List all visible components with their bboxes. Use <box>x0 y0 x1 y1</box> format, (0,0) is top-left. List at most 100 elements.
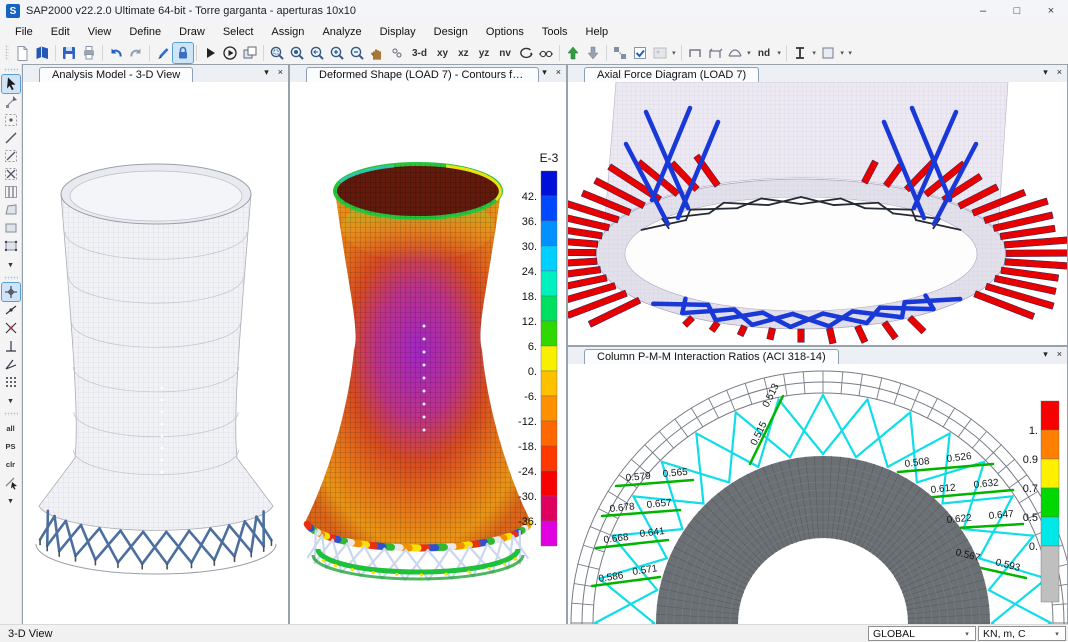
axial-tab-close[interactable]: × <box>1057 67 1062 78</box>
open-model-icon[interactable] <box>32 43 52 63</box>
nd-dropdown[interactable]: ▾ <box>775 49 783 57</box>
run-analysis-icon[interactable] <box>200 43 220 63</box>
snap-midpoints-tool[interactable] <box>2 301 20 319</box>
menu-display[interactable]: Display <box>371 24 425 40</box>
shrink-objects-icon[interactable] <box>610 43 630 63</box>
view-nv-button[interactable]: nv <box>494 44 516 62</box>
nd-button[interactable]: nd <box>753 44 775 62</box>
lock-model-icon[interactable] <box>173 43 193 63</box>
undo-icon[interactable] <box>106 43 126 63</box>
analysis-tab-dropdown[interactable]: ▾ <box>264 67 269 78</box>
view-xy-button[interactable]: xy <box>432 44 453 62</box>
pmm-view-canvas[interactable]: 0.515 0.513 0.579 0.565 0.678 0.657 0.66… <box>568 364 1067 624</box>
section-designer-dropdown[interactable]: ▾ <box>810 49 818 57</box>
draw-secondary-beams-tool[interactable] <box>2 183 20 201</box>
display-options-icon[interactable] <box>650 43 670 63</box>
show-selection-only-icon[interactable] <box>630 43 650 63</box>
menu-design[interactable]: Design <box>425 24 477 40</box>
print-icon[interactable] <box>79 43 99 63</box>
pmm-tab-dropdown[interactable]: ▾ <box>1043 349 1048 360</box>
perspective-toggle-icon[interactable] <box>536 43 556 63</box>
snap-more-dropdown[interactable]: ▾ <box>2 391 20 409</box>
menu-edit[interactable]: Edit <box>42 24 79 40</box>
menu-options[interactable]: Options <box>477 24 533 40</box>
named-views-icon[interactable] <box>387 43 407 63</box>
analysis-tab[interactable]: Analysis Model - 3-D View <box>39 67 193 82</box>
snap-perpendicular-tool[interactable] <box>2 337 20 355</box>
zoom-in-icon[interactable] <box>327 43 347 63</box>
menu-assign[interactable]: Assign <box>262 24 313 40</box>
snap-joints-tool[interactable] <box>2 283 20 301</box>
frame-section-icon[interactable] <box>685 43 705 63</box>
axial-tab-dropdown[interactable]: ▾ <box>1043 67 1048 78</box>
pan-icon[interactable] <box>367 43 387 63</box>
show-tables-icon[interactable] <box>240 43 260 63</box>
snap-grid-tool[interactable] <box>2 373 20 391</box>
deformed-tab-dropdown[interactable]: ▾ <box>542 67 547 78</box>
redo-icon[interactable] <box>126 43 146 63</box>
section-designer-icon[interactable] <box>790 43 810 63</box>
run-all-icon[interactable] <box>220 43 240 63</box>
draw-rect-area-tool[interactable] <box>2 219 20 237</box>
draw-braces-tool[interactable] <box>2 165 20 183</box>
frame-hinge-icon[interactable] <box>705 43 725 63</box>
pmm-tab[interactable]: Column P-M-M Interaction Ratios (ACI 318… <box>584 349 839 364</box>
move-down-in-list-icon[interactable] <box>583 43 603 63</box>
view-3d-button[interactable]: 3-d <box>407 44 432 62</box>
rotate-view-icon[interactable] <box>516 43 536 63</box>
axial-view-canvas[interactable] <box>568 82 1067 345</box>
zoom-out-icon[interactable] <box>347 43 367 63</box>
draw-joint-tool[interactable] <box>2 111 20 129</box>
menu-define[interactable]: Define <box>120 24 170 40</box>
pmm-ratio-label: 0.515 <box>749 420 770 448</box>
move-up-in-list-icon[interactable] <box>563 43 583 63</box>
menu-select[interactable]: Select <box>214 24 263 40</box>
draw-pencil-icon[interactable] <box>153 43 173 63</box>
save-icon[interactable] <box>59 43 79 63</box>
draw-quick-frame-tool[interactable] <box>2 147 20 165</box>
select-all-button[interactable]: all <box>2 419 20 437</box>
menu-analyze[interactable]: Analyze <box>313 24 370 40</box>
units-dropdown[interactable]: KN, m, C▾ <box>978 626 1066 641</box>
maximize-button[interactable]: □ <box>1000 0 1034 22</box>
analysis-view-canvas[interactable] <box>23 82 288 624</box>
display-options-dropdown[interactable]: ▾ <box>670 49 678 57</box>
snap-lines-tool[interactable] <box>2 355 20 373</box>
menu-tools[interactable]: Tools <box>533 24 577 40</box>
close-button[interactable]: × <box>1034 0 1068 22</box>
rubber-band-zoom-icon[interactable] <box>267 43 287 63</box>
minimize-button[interactable]: – <box>966 0 1000 22</box>
snap-intersections-tool[interactable] <box>2 319 20 337</box>
bridge-wizard-dropdown[interactable]: ▾ <box>745 49 753 57</box>
clear-selection-button[interactable]: clr <box>2 455 20 473</box>
menu-help[interactable]: Help <box>577 24 618 40</box>
previous-zoom-icon[interactable] <box>307 43 327 63</box>
pointer-tool[interactable] <box>2 75 20 93</box>
area-section-dropdown[interactable]: ▾ <box>838 49 846 57</box>
deformed-tab-close[interactable]: × <box>556 67 561 78</box>
analysis-tab-close[interactable]: × <box>278 67 283 78</box>
new-model-icon[interactable] <box>12 43 32 63</box>
menu-view[interactable]: View <box>79 24 121 40</box>
view-yz-button[interactable]: yz <box>474 44 495 62</box>
bridge-wizard-icon[interactable] <box>725 43 745 63</box>
area-section-icon[interactable] <box>818 43 838 63</box>
draw-quick-area-tool[interactable] <box>2 237 20 255</box>
reshape-tool[interactable] <box>2 93 20 111</box>
draw-poly-area-tool[interactable] <box>2 201 20 219</box>
restore-full-view-icon[interactable] <box>287 43 307 63</box>
deselect-line-tool[interactable] <box>2 473 20 491</box>
menu-draw[interactable]: Draw <box>170 24 214 40</box>
more-tools-dropdown[interactable]: ▾ <box>846 49 854 57</box>
deformed-view-canvas[interactable]: E-3 42. 36. 30. 24. 18. <box>290 82 566 624</box>
draw-more-dropdown[interactable]: ▾ <box>2 255 20 273</box>
view-xz-button[interactable]: xz <box>453 44 474 62</box>
deformed-tab[interactable]: Deformed Shape (LOAD 7) - Contours for A… <box>306 67 539 82</box>
select-more-dropdown[interactable]: ▾ <box>2 491 20 509</box>
draw-frame-tool[interactable] <box>2 129 20 147</box>
axial-tab[interactable]: Axial Force Diagram (LOAD 7) <box>584 67 759 82</box>
pmm-tab-close[interactable]: × <box>1057 349 1062 360</box>
coord-system-dropdown[interactable]: GLOBAL▾ <box>868 626 976 641</box>
previous-selection-button[interactable]: PS <box>2 437 20 455</box>
menu-file[interactable]: File <box>6 24 42 40</box>
